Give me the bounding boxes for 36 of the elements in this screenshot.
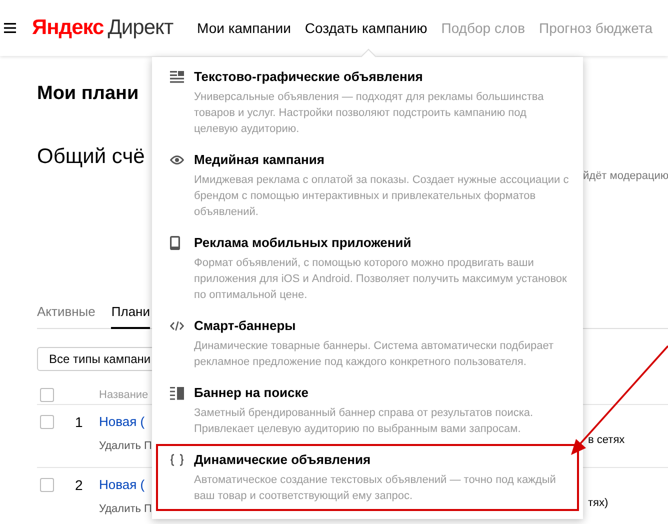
logo-product[interactable]: Директ	[108, 16, 174, 40]
menu-item-description: Заметный брендированный баннер справа от результатов поиска. Привлекает целевую аудиторию по выбранным вами запросам.	[194, 406, 534, 437]
row-checkbox[interactable]	[40, 415, 54, 429]
menu-item-title[interactable]: Медийная кампания	[194, 151, 569, 169]
code-icon	[170, 321, 184, 331]
menu-item-description: Универсальные объявления — подходят для рекламы большинства товаров и услуг. Настройки позволяют подстроить кампанию под целевую аудиторию.	[194, 90, 545, 137]
logo-brand[interactable]: Яндекс	[32, 16, 104, 40]
account-title: Общий счё	[37, 144, 145, 170]
select-all-checkbox[interactable]	[40, 388, 54, 402]
braces-icon	[170, 454, 184, 466]
moderation-note: йдёт модерацию	[583, 169, 668, 183]
menu-item-title[interactable]: Динамические объявления	[194, 451, 569, 469]
campaign-link[interactable]: Новая (	[99, 476, 145, 494]
phone-icon	[170, 236, 180, 250]
row-checkbox[interactable]	[40, 478, 54, 492]
table-cell-text: в сетях	[587, 433, 626, 448]
menu-item-title[interactable]: Реклама мобильных приложений	[194, 234, 569, 252]
menu-icon[interactable]	[4, 23, 16, 33]
menu-item-title[interactable]: Текстово-графические объявления	[194, 68, 569, 86]
table-cell-text: тях)	[587, 496, 610, 511]
eye-icon	[170, 155, 184, 165]
lines-block-icon	[170, 386, 184, 400]
nav-link[interactable]: Мои кампании	[197, 20, 291, 36]
menu-item-title[interactable]: Баннер на поиске	[194, 384, 569, 402]
tab[interactable]: Активные	[37, 304, 96, 329]
row-number: 1	[74, 413, 84, 432]
menu-item-description: Формат объявлений, с помощью которого можно продвигать ваши приложения для iOS и Android. Позволяет получить максимум установок по оптимальной цене.	[194, 256, 568, 303]
campaign-link[interactable]: Новая (	[99, 413, 145, 431]
nav-link[interactable]: Создать кампанию	[304, 20, 428, 36]
tab[interactable]: Плани	[111, 304, 150, 329]
page-title: Мои плани	[37, 82, 139, 106]
menu-item-description: Имиджевая реклама с оплатой за показы. Создает нужные ассоциации с брендом с помощью интерактивных и привлекательных форматов объявлений.	[194, 173, 569, 220]
text-lines-icon	[170, 71, 184, 83]
menu-item-title[interactable]: Смарт-баннеры	[194, 317, 569, 335]
row-number: 2	[74, 476, 84, 495]
menu-item-description: Автоматическое создание текстовых объявлений — точно под каждый ваш товар и соответствующий ему запрос.	[194, 473, 557, 504]
